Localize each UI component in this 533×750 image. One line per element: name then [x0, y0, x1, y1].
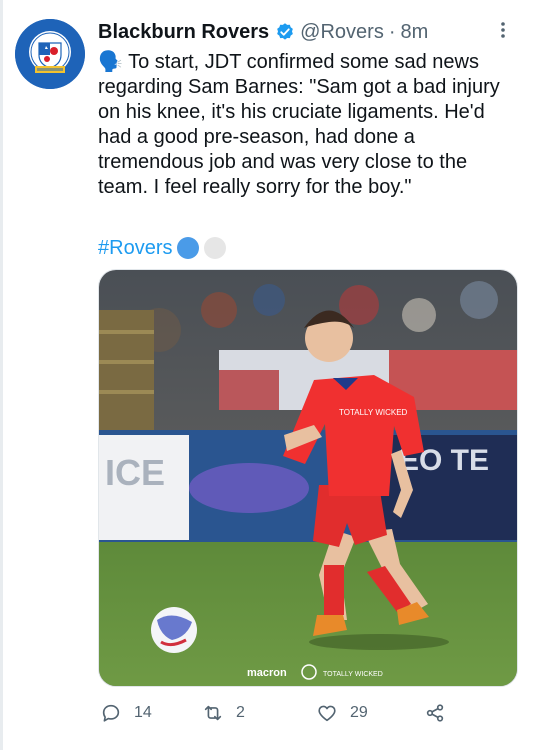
author-name[interactable]: Blackburn Rovers — [98, 21, 269, 44]
author-handle[interactable]: @Rovers — [300, 21, 384, 44]
tweet-actions: 14 2 29 — [98, 700, 518, 726]
separator-dot: · — [388, 20, 396, 43]
thread-line — [0, 0, 3, 750]
reply-icon — [102, 704, 120, 722]
more-options-icon[interactable] — [493, 18, 513, 42]
hashtag-link[interactable]: #Rovers — [98, 237, 172, 260]
hashtag-line: #Rovers — [98, 236, 227, 260]
tweet-header: Blackburn Rovers @Rovers · 8m — [98, 17, 513, 47]
blue-circle-emoji-icon — [177, 237, 200, 259]
partner-logo-text: TOTALLY WICKED — [323, 671, 383, 678]
svg-text:TOTALLY WICKED: TOTALLY WICKED — [339, 408, 408, 417]
tweet-text: 🗣️ To start, JDT confirmed some sad news… — [98, 51, 500, 198]
share-icon — [426, 704, 444, 722]
timestamp[interactable]: 8m — [401, 21, 429, 44]
retweet-button[interactable]: 2 — [202, 700, 245, 726]
share-button[interactable] — [424, 700, 458, 726]
heart-icon — [318, 705, 336, 722]
retweet-icon — [204, 705, 222, 721]
retweet-count: 2 — [236, 704, 245, 721]
verified-badge-icon — [277, 23, 294, 40]
like-button[interactable]: 29 — [316, 700, 368, 726]
reply-count: 14 — [134, 704, 152, 721]
like-count: 29 — [350, 704, 368, 721]
club-crest-icon — [15, 19, 85, 89]
sponsor-logo-text: macron — [247, 667, 287, 679]
white-circle-emoji-icon — [204, 237, 227, 259]
football-player-photo: ICE EO TE TOTALLY WICKED macron TOTALLY … — [99, 270, 517, 686]
reply-button[interactable]: 14 — [100, 700, 152, 726]
banner-text-left: ICE — [105, 452, 165, 493]
avatar[interactable] — [15, 19, 85, 89]
tweet-photo[interactable]: ICE EO TE TOTALLY WICKED macron TOTALLY … — [98, 269, 518, 687]
